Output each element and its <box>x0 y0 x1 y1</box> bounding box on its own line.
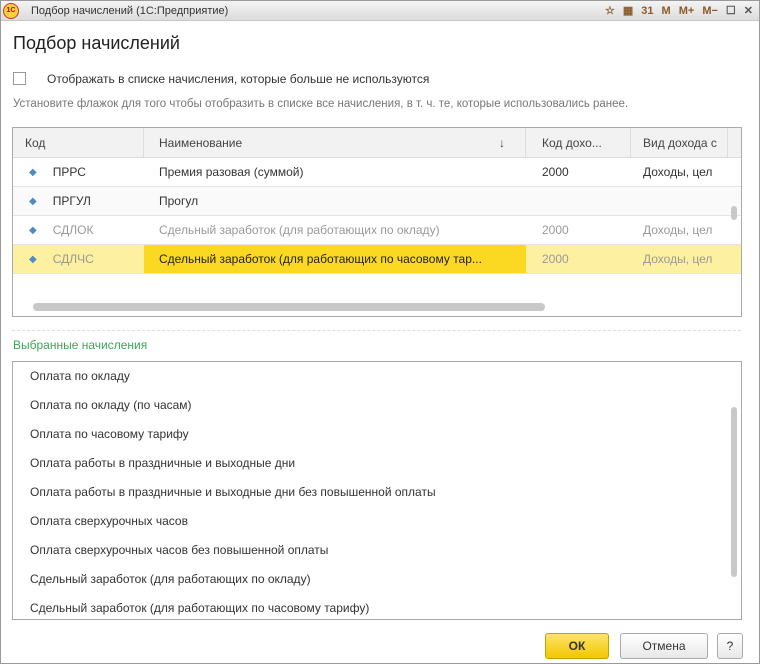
accrual-icon: ◆ <box>29 195 37 207</box>
table-row-selected[interactable]: ◆ СДЛЧС Сдельный заработок (для работающи… <box>13 245 741 274</box>
list-item[interactable]: Оплата по окладу <box>13 362 741 391</box>
column-header-name[interactable]: Наименование ↓ <box>144 128 526 157</box>
cell-income-code: 2000 <box>542 165 569 179</box>
table-row[interactable]: ◆ ПРРС Премия разовая (суммой) 2000 Доход… <box>13 158 741 187</box>
ok-button[interactable]: ОК <box>545 633 609 659</box>
list-item[interactable]: Оплата работы в праздничные и выходные д… <box>13 449 741 478</box>
cell-income-code: 2000 <box>542 223 569 237</box>
cell-income-type: Доходы, цел <box>643 165 713 179</box>
vertical-scrollbar[interactable] <box>731 206 737 220</box>
accruals-table[interactable]: Код Наименование ↓ Код дохо... Вид дохода… <box>12 127 742 317</box>
cell-code: СДЛОК <box>52 223 94 237</box>
close-icon[interactable]: ✕ <box>744 4 753 17</box>
table-row[interactable]: ◆ СДЛОК Сдельный заработок (для работающи… <box>13 216 741 245</box>
cell-income-code <box>526 187 631 215</box>
show-unused-label[interactable]: Отображать в списке начисления, которые … <box>47 72 429 86</box>
favorites-icon[interactable]: ☆ <box>605 4 615 17</box>
memory-add-button[interactable]: M+ <box>679 5 695 17</box>
selected-section-title: Выбранные начисления <box>13 338 148 352</box>
cell-code: ПРРС <box>52 165 86 179</box>
cell-name: Прогул <box>159 194 199 208</box>
cell-income-code: 2000 <box>542 252 569 266</box>
table-row[interactable]: ◆ ПРГУЛ Прогул <box>13 187 741 216</box>
list-item[interactable]: Сдельный заработок (для работающих по ок… <box>13 565 741 594</box>
accrual-icon: ◆ <box>29 166 37 178</box>
cell-code: СДЛЧС <box>52 252 94 266</box>
cell-income-type <box>631 187 728 215</box>
cancel-button[interactable]: Отмена <box>620 633 708 659</box>
list-item[interactable]: Оплата сверхурочных часов <box>13 507 741 536</box>
selected-accruals-list[interactable]: Оплата по окладу Оплата по окладу (по ча… <box>12 361 742 620</box>
memory-button[interactable]: M <box>662 5 671 17</box>
divider <box>12 330 741 331</box>
column-header-income-type[interactable]: Вид дохода с <box>631 128 728 157</box>
show-unused-checkbox[interactable] <box>13 72 26 85</box>
list-item[interactable]: Оплата по окладу (по часам) <box>13 391 741 420</box>
list-item[interactable]: Оплата работы в праздничные и выходные д… <box>13 478 741 507</box>
accrual-icon: ◆ <box>29 224 37 236</box>
help-button[interactable]: ? <box>717 633 743 659</box>
memory-subtract-button[interactable]: M− <box>702 5 718 17</box>
1c-logo-icon: 1С <box>3 2 19 19</box>
sort-down-icon: ↓ <box>499 135 505 150</box>
accrual-icon: ◆ <box>29 253 37 265</box>
horizontal-scrollbar[interactable] <box>33 303 545 311</box>
table-header: Код Наименование ↓ Код дохо... Вид дохода… <box>13 128 741 158</box>
cell-code: ПРГУЛ <box>52 194 91 208</box>
hint-text: Установите флажок для того чтобы отобраз… <box>13 98 629 110</box>
cell-name: Сдельный заработок (для работающих по ок… <box>159 223 440 237</box>
vertical-scrollbar[interactable] <box>731 407 737 577</box>
list-item[interactable]: Оплата по часовому тарифу <box>13 420 741 449</box>
column-header-income-code[interactable]: Код дохо... <box>526 128 631 157</box>
calculator-icon[interactable]: ▦ <box>623 4 633 17</box>
cell-income-type: Доходы, цел <box>643 252 713 266</box>
column-header-code[interactable]: Код <box>13 128 144 157</box>
cell-income-type: Доходы, цел <box>643 223 713 237</box>
list-item[interactable]: Оплата сверхурочных часов без повышенной… <box>13 536 741 565</box>
cell-name: Сдельный заработок (для работающих по ча… <box>144 245 526 273</box>
window-title: Подбор начислений (1С:Предприятие) <box>31 4 229 17</box>
column-header-name-label: Наименование <box>159 135 243 150</box>
maximize-icon[interactable]: ☐ <box>726 4 736 17</box>
cell-name: Премия разовая (суммой) <box>159 165 304 179</box>
list-item[interactable]: Сдельный заработок (для работающих по ча… <box>13 594 741 619</box>
page-title: Подбор начислений <box>13 33 180 53</box>
title-bar: 1С Подбор начислений (1С:Предприятие) ☆ … <box>1 1 759 21</box>
calendar-icon[interactable]: 31 <box>641 5 653 17</box>
